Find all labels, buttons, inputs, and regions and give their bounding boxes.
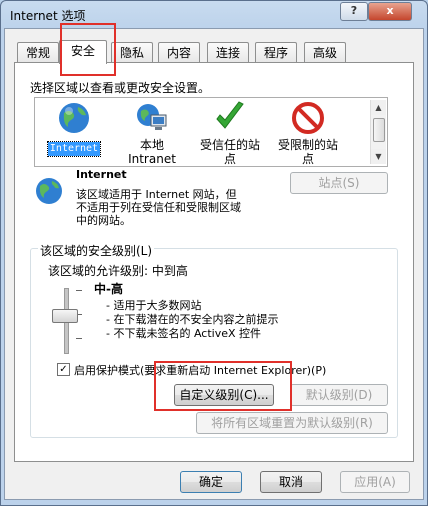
scroll-thumb[interactable]	[373, 118, 385, 142]
zone-list: Internet 本地 Intranet 受信任的站 点 受限制的站 点	[34, 97, 388, 167]
slider-tick	[76, 290, 82, 291]
security-level-group-title: 该区域的安全级别(L)	[38, 242, 155, 259]
tab-advanced[interactable]: 高级	[304, 42, 346, 63]
tab-content[interactable]: 内容	[158, 42, 200, 63]
globe-icon	[36, 178, 62, 204]
zone-internet[interactable]: Internet	[35, 98, 113, 157]
window-title: Internet 选项	[10, 9, 86, 23]
highlight-box-custom-level	[154, 361, 292, 411]
help-button[interactable]: ?	[340, 2, 368, 21]
cancel-button[interactable]: 取消	[260, 471, 322, 493]
protected-mode-checkbox[interactable]: ✓	[57, 363, 70, 376]
security-slider-thumb[interactable]	[52, 309, 78, 323]
apply-button[interactable]: 应用(A)	[340, 471, 410, 493]
zone-label: 受限制的站 点	[277, 138, 338, 166]
intranet-icon	[137, 104, 167, 130]
zone-trusted-sites[interactable]: 受信任的站 点	[191, 98, 269, 166]
highlight-box-security-tab	[60, 23, 116, 76]
zone-label: Internet	[46, 141, 102, 157]
zone-info-desc-3: 中的网站。	[76, 214, 131, 227]
tab-general[interactable]: 常规	[17, 42, 59, 63]
zone-info-title: Internet	[76, 168, 127, 181]
scroll-up-icon[interactable]: ▲	[371, 100, 386, 115]
ok-button[interactable]: 确定	[180, 471, 242, 493]
level-desc-3: - 不下载未签名的 ActiveX 控件	[106, 327, 262, 340]
zone-select-prompt: 选择区域以查看或更改安全设置。	[30, 81, 211, 95]
globe-icon	[59, 103, 89, 133]
zone-label: 受信任的站 点	[199, 138, 260, 166]
zone-restricted-sites[interactable]: 受限制的站 点	[269, 98, 347, 166]
tab-privacy[interactable]: 隐私	[111, 42, 153, 63]
allowed-levels-text: 该区域的允许级别: 中到高	[48, 264, 188, 278]
no-entry-icon	[292, 102, 324, 134]
reset-all-zones-button[interactable]: 将所有区域重置为默认级别(R)	[196, 412, 388, 434]
default-level-button[interactable]: 默认级别(D)	[290, 384, 388, 406]
current-level-name: 中-高	[94, 282, 123, 296]
scroll-down-icon[interactable]: ▼	[371, 149, 386, 164]
checkmark-icon	[216, 101, 244, 129]
slider-tick	[76, 338, 82, 339]
tab-connections[interactable]: 连接	[207, 42, 249, 63]
sites-button[interactable]: 站点(S)	[290, 172, 388, 194]
zone-list-scrollbar[interactable]: ▲ ▼	[370, 100, 386, 164]
close-button[interactable]: x	[368, 2, 412, 21]
zone-label: 本地 Intranet	[128, 138, 176, 166]
zone-local-intranet[interactable]: 本地 Intranet	[113, 98, 191, 166]
tab-programs[interactable]: 程序	[255, 42, 297, 63]
